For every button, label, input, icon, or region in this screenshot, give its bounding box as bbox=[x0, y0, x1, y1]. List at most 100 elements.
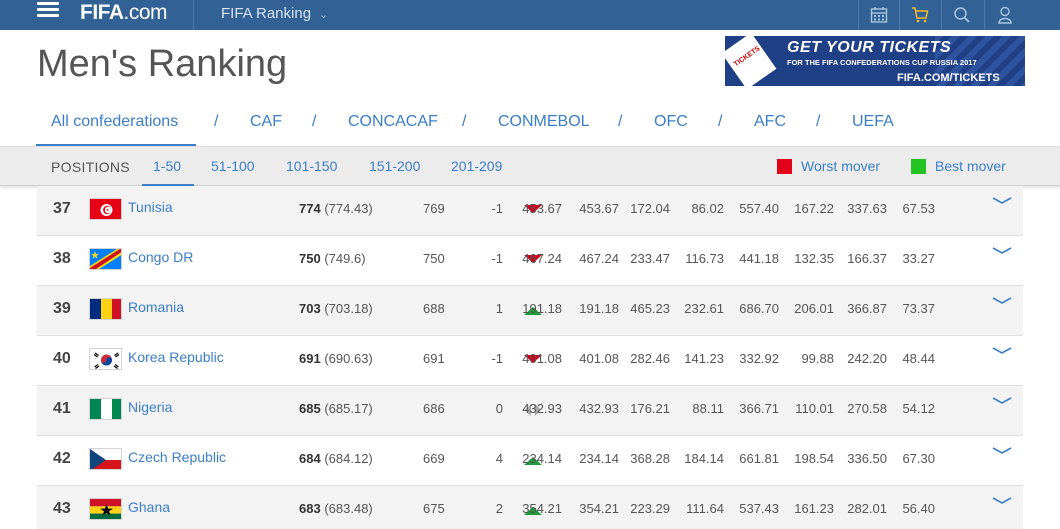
section-dropdown[interactable]: FIFA Ranking ⌄ bbox=[221, 5, 328, 22]
cart-button[interactable] bbox=[899, 0, 939, 30]
ranking-value: 223.29 bbox=[630, 501, 670, 516]
range-tab-51-100[interactable]: 51-100 bbox=[211, 158, 255, 174]
country-link[interactable]: Korea Republic bbox=[128, 349, 224, 365]
ranking-value: 337.63 bbox=[847, 201, 887, 216]
previous-points: 750 bbox=[423, 251, 445, 266]
ranking-value: 336.50 bbox=[847, 451, 887, 466]
rank-number: 42 bbox=[53, 450, 71, 467]
table-row[interactable]: 43 Ghana 683 (683.48) 675 2 354.21 354.21 223.2… bbox=[37, 486, 1023, 529]
country-link[interactable]: Czech Republic bbox=[128, 449, 226, 465]
menu-icon[interactable] bbox=[37, 2, 59, 18]
ranking-value: 686.70 bbox=[739, 301, 779, 316]
ranking-value: 467.24 bbox=[522, 251, 562, 266]
range-tab-151-200[interactable]: 151-200 bbox=[369, 158, 420, 174]
ranking-value: 242.20 bbox=[847, 351, 887, 366]
ticket-graphic: TICKETS bbox=[725, 36, 777, 86]
ranking-value: 467.24 bbox=[579, 251, 619, 266]
total-points: 685 (685.17) bbox=[299, 401, 373, 416]
tab-all-confederations[interactable]: All confederations bbox=[51, 113, 178, 131]
tab-uefa[interactable]: UEFA bbox=[852, 113, 894, 131]
worst-mover-label[interactable]: Worst mover bbox=[801, 158, 880, 174]
expand-chevron-icon[interactable] bbox=[991, 444, 1013, 458]
points-rounded: 685 bbox=[299, 401, 321, 416]
expand-chevron-icon[interactable] bbox=[991, 394, 1013, 408]
flag-icon bbox=[89, 348, 122, 370]
ranking-value: 354.21 bbox=[522, 501, 562, 516]
table-row[interactable]: 40 Korea Republic 691 (690.63) 691 -1 401.08 4… bbox=[37, 336, 1023, 386]
country-link[interactable]: Nigeria bbox=[128, 399, 172, 415]
expand-chevron-icon[interactable] bbox=[991, 244, 1013, 258]
ranking-value: 661.81 bbox=[739, 451, 779, 466]
flag-icon bbox=[89, 398, 122, 420]
table-row[interactable]: 42 Czech Republic 684 (684.12) 669 4 234.14 23… bbox=[37, 436, 1023, 486]
range-tab-201-209[interactable]: 201-209 bbox=[451, 158, 502, 174]
points-exact: (703.18) bbox=[324, 301, 373, 316]
tickets-banner[interactable]: TICKETS GET YOUR TICKETS FOR THE FIFA CO… bbox=[725, 36, 1025, 86]
points-rounded: 703 bbox=[299, 301, 321, 316]
ranking-value: 366.71 bbox=[739, 401, 779, 416]
cart-icon bbox=[911, 7, 928, 23]
total-points: 774 (774.43) bbox=[299, 201, 373, 216]
calendar-icon bbox=[870, 7, 887, 23]
tab-conmebol[interactable]: CONMEBOL bbox=[498, 113, 590, 131]
top-navigation-bar: FIFA.com FIFA Ranking ⌄ bbox=[0, 0, 1060, 30]
best-mover-label[interactable]: Best mover bbox=[935, 158, 1006, 174]
table-row[interactable]: 37 Tunisia 774 (774.43) 769 -1 453.67 453.67 17… bbox=[37, 186, 1023, 236]
user-button[interactable] bbox=[984, 0, 1024, 30]
points-exact: (749.6) bbox=[324, 251, 366, 266]
expand-chevron-icon[interactable] bbox=[991, 294, 1013, 308]
tab-afc[interactable]: AFC bbox=[754, 113, 786, 131]
range-tab-101-150[interactable]: 101-150 bbox=[286, 158, 337, 174]
tab-separator: / bbox=[462, 113, 467, 130]
country-link[interactable]: Tunisia bbox=[128, 199, 173, 215]
rank-movement: 4 bbox=[495, 451, 503, 466]
tab-separator: / bbox=[312, 113, 317, 130]
country-link[interactable]: Ghana bbox=[128, 499, 170, 515]
calendar-button[interactable] bbox=[858, 0, 898, 30]
flag-icon bbox=[89, 448, 122, 470]
rank-movement: -1 bbox=[491, 251, 503, 266]
country-link[interactable]: Romania bbox=[128, 299, 184, 315]
positions-label: POSITIONS bbox=[51, 159, 130, 175]
flag-icon bbox=[89, 498, 122, 520]
expand-chevron-icon[interactable] bbox=[991, 344, 1013, 358]
tab-caf[interactable]: CAF bbox=[250, 113, 282, 131]
rank-number: 38 bbox=[53, 250, 71, 267]
points-exact: (685.17) bbox=[324, 401, 373, 416]
rank-number: 43 bbox=[53, 500, 71, 517]
table-row[interactable]: 41 Nigeria 685 (685.17) 686 0 432.93 432.93 176… bbox=[37, 386, 1023, 436]
flag-icon bbox=[89, 248, 122, 270]
ranking-value: 176.21 bbox=[630, 401, 670, 416]
ranking-value: 270.58 bbox=[847, 401, 887, 416]
ranking-value: 86.02 bbox=[691, 201, 724, 216]
search-button[interactable] bbox=[941, 0, 981, 30]
table-row[interactable]: 38 Congo DR 750 (749.6) 750 -1 467.24 467.24 23… bbox=[37, 236, 1023, 286]
total-points: 683 (683.48) bbox=[299, 501, 373, 516]
rank-number: 41 bbox=[53, 400, 71, 417]
table-row[interactable]: 39 Romania 703 (703.18) 688 1 191.18 191.18 465… bbox=[37, 286, 1023, 336]
previous-points: 688 bbox=[423, 301, 445, 316]
tab-concacaf[interactable]: CONCACAF bbox=[348, 113, 438, 131]
points-rounded: 750 bbox=[299, 251, 321, 266]
expand-chevron-icon[interactable] bbox=[991, 494, 1013, 508]
country-link[interactable]: Congo DR bbox=[128, 249, 193, 265]
ranking-value: 67.30 bbox=[902, 451, 935, 466]
range-tab-1-50[interactable]: 1-50 bbox=[153, 158, 181, 174]
total-points: 691 (690.63) bbox=[299, 351, 373, 366]
ranking-value: 48.44 bbox=[902, 351, 935, 366]
fifa-logo[interactable]: FIFA.com bbox=[80, 1, 168, 25]
expand-chevron-icon[interactable] bbox=[991, 194, 1013, 208]
ranking-value: 453.67 bbox=[522, 201, 562, 216]
ranking-value: 368.28 bbox=[630, 451, 670, 466]
header-divider bbox=[193, 0, 194, 30]
rank-movement: 1 bbox=[495, 301, 503, 316]
ranking-value: 198.54 bbox=[794, 451, 834, 466]
ranking-value: 73.37 bbox=[902, 301, 935, 316]
rank-number: 37 bbox=[53, 200, 71, 217]
ranking-value: 366.87 bbox=[847, 301, 887, 316]
ranking-value: 56.40 bbox=[902, 501, 935, 516]
ranking-value: 537.43 bbox=[739, 501, 779, 516]
positions-bar: POSITIONS 1-50 51-100 101-150 151-200 20… bbox=[0, 146, 1060, 187]
rank-movement: 0 bbox=[495, 401, 503, 416]
tab-ofc[interactable]: OFC bbox=[654, 113, 688, 131]
